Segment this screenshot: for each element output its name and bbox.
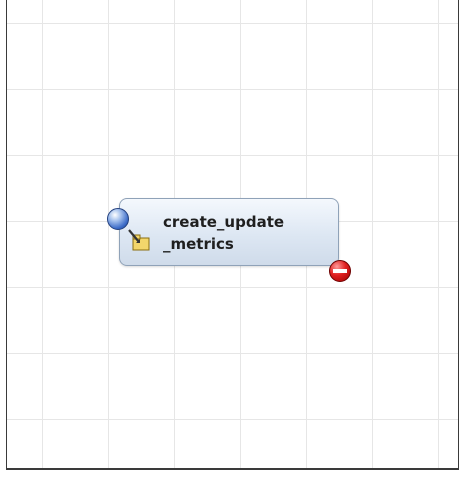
input-port-icon[interactable] — [107, 208, 129, 230]
arrow-into-folder-icon — [128, 229, 150, 251]
node-label: create_update _metrics — [163, 213, 285, 253]
output-port-icon[interactable] — [329, 260, 351, 282]
stop-bar — [333, 269, 347, 273]
